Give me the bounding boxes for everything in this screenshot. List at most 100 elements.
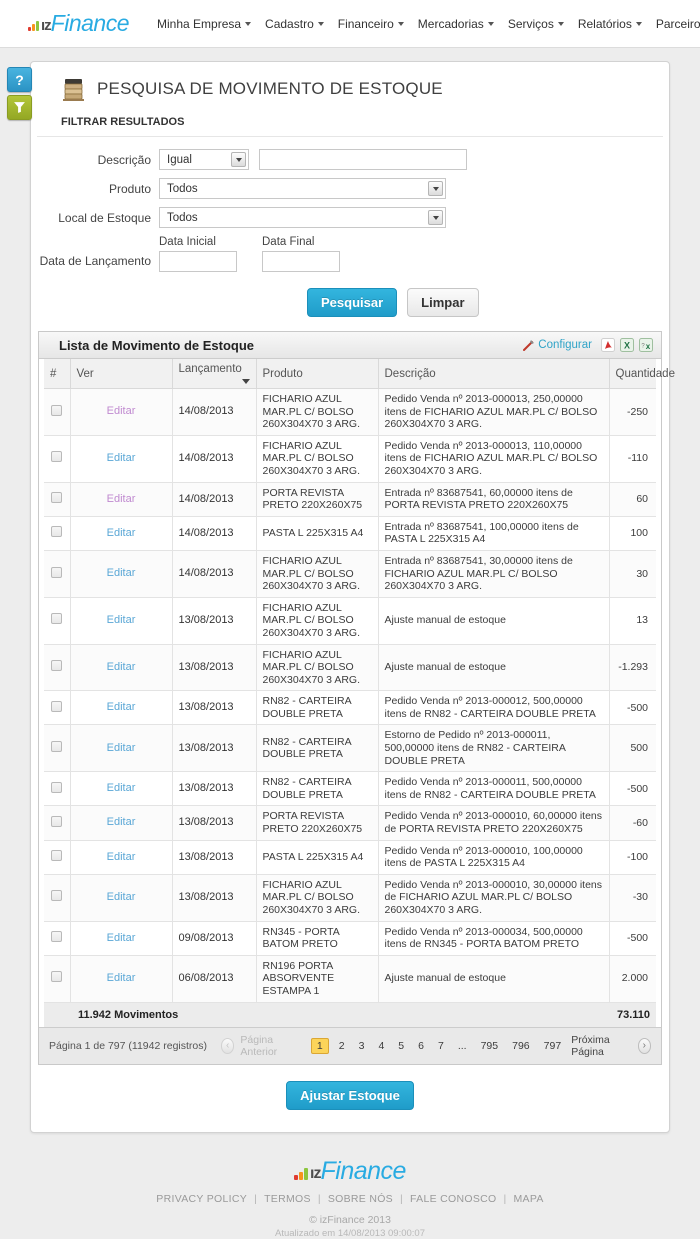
page-number[interactable]: 3 bbox=[355, 1038, 369, 1054]
row-checkbox[interactable] bbox=[51, 931, 62, 942]
app-logo[interactable]: ız Finance bbox=[28, 12, 129, 35]
row-checkbox[interactable] bbox=[51, 451, 62, 462]
row-date: 13/08/2013 bbox=[172, 840, 256, 874]
pesquisar-button[interactable]: Pesquisar bbox=[307, 288, 397, 317]
page-number-current: 1 bbox=[311, 1038, 329, 1054]
xlsx-export-icon[interactable]: ? x bbox=[639, 338, 653, 352]
page-number[interactable]: 7 bbox=[434, 1038, 448, 1054]
page-number[interactable]: 795 bbox=[477, 1038, 503, 1054]
col-header-produto[interactable]: Produto bbox=[256, 359, 378, 389]
row-checkbox[interactable] bbox=[51, 741, 62, 752]
edit-link[interactable]: Editar bbox=[107, 742, 136, 754]
help-button[interactable]: ? bbox=[7, 67, 32, 92]
row-checkbox[interactable] bbox=[51, 660, 62, 671]
edit-link[interactable]: Editar bbox=[107, 891, 136, 903]
footer-link-fale-conosco[interactable]: FALE CONOSCO bbox=[410, 1193, 496, 1205]
edit-link[interactable]: Editar bbox=[107, 567, 136, 579]
data-final-input[interactable] bbox=[262, 251, 340, 272]
menu-minha-empresa[interactable]: Minha Empresa bbox=[157, 17, 251, 31]
row-description: Estorno de Pedido nº 2013-000011, 500,00… bbox=[378, 725, 609, 772]
ajustar-estoque-button[interactable]: Ajustar Estoque bbox=[286, 1081, 414, 1110]
footer-logo[interactable]: ız Finance bbox=[294, 1159, 406, 1184]
page-number[interactable]: 797 bbox=[540, 1038, 566, 1054]
page-number[interactable]: 6 bbox=[414, 1038, 428, 1054]
edit-link[interactable]: Editar bbox=[107, 701, 136, 713]
total-quantity: 73.110 bbox=[609, 1002, 656, 1027]
row-checkbox[interactable] bbox=[51, 701, 62, 712]
pagination-bar: Página 1 de 797 (11942 registros) ‹ Pági… bbox=[39, 1027, 661, 1064]
footer-link-mapa[interactable]: MAPA bbox=[514, 1193, 544, 1205]
row-checkbox[interactable] bbox=[51, 850, 62, 861]
local-estoque-select[interactable]: Todos bbox=[159, 207, 446, 228]
produto-select[interactable]: Todos bbox=[159, 178, 446, 199]
row-checkbox[interactable] bbox=[51, 492, 62, 503]
next-page-icon[interactable]: › bbox=[638, 1038, 651, 1054]
row-product: FICHARIO AZUL MAR.PL C/ BOLSO 260X304X70… bbox=[256, 389, 378, 436]
pdf-export-icon[interactable] bbox=[601, 338, 615, 352]
descricao-input[interactable] bbox=[259, 149, 467, 170]
stock-boxes-icon bbox=[61, 76, 87, 102]
table-row: Editar 14/08/2013 FICHARIO AZUL MAR.PL C… bbox=[44, 550, 656, 597]
row-date: 14/08/2013 bbox=[172, 516, 256, 550]
table-title: Lista de Movimento de Estoque bbox=[59, 338, 254, 353]
edit-link[interactable]: Editar bbox=[107, 405, 136, 417]
footer-link-termos[interactable]: TERMOS bbox=[264, 1193, 311, 1205]
configurar-link[interactable]: Configurar bbox=[523, 339, 592, 351]
edit-link[interactable]: Editar bbox=[107, 851, 136, 863]
row-date: 09/08/2013 bbox=[172, 921, 256, 955]
page-footer: ız Finance PRIVACY POLICY|TERMOS|SOBRE N… bbox=[0, 1159, 700, 1239]
edit-link[interactable]: Editar bbox=[107, 932, 136, 944]
row-date: 14/08/2013 bbox=[172, 550, 256, 597]
row-checkbox[interactable] bbox=[51, 782, 62, 793]
row-description: Pedido Venda nº 2013-000034, 500,00000 i… bbox=[378, 921, 609, 955]
row-description: Pedido Venda nº 2013-000011, 500,00000 i… bbox=[378, 772, 609, 806]
page-number[interactable]: 796 bbox=[508, 1038, 534, 1054]
col-header-descricao[interactable]: Descrição bbox=[378, 359, 609, 389]
limpar-button[interactable]: Limpar bbox=[407, 288, 478, 317]
row-description: Pedido Venda nº 2013-000012, 500,00000 i… bbox=[378, 691, 609, 725]
chevron-down-icon bbox=[558, 22, 564, 26]
row-checkbox[interactable] bbox=[51, 567, 62, 578]
edit-link[interactable]: Editar bbox=[107, 614, 136, 626]
table-row: Editar 13/08/2013 FICHARIO AZUL MAR.PL C… bbox=[44, 874, 656, 921]
row-date: 13/08/2013 bbox=[172, 772, 256, 806]
col-header-ver[interactable]: Ver bbox=[70, 359, 172, 389]
data-inicial-input[interactable] bbox=[159, 251, 237, 272]
edit-link[interactable]: Editar bbox=[107, 452, 136, 464]
total-movements-label: 11.942 Movimentos bbox=[44, 1002, 609, 1027]
row-checkbox[interactable] bbox=[51, 890, 62, 901]
page-number[interactable]: 2 bbox=[335, 1038, 349, 1054]
page-number[interactable]: 5 bbox=[394, 1038, 408, 1054]
footer-link-privacy[interactable]: PRIVACY POLICY bbox=[156, 1193, 247, 1205]
sort-caret-icon[interactable] bbox=[242, 379, 250, 384]
page-number[interactable]: 4 bbox=[374, 1038, 388, 1054]
descricao-operator-select[interactable]: Igual bbox=[159, 149, 249, 170]
filter-section-title: FILTRAR RESULTADOS bbox=[37, 112, 663, 137]
row-date: 13/08/2013 bbox=[172, 806, 256, 840]
row-checkbox[interactable] bbox=[51, 971, 62, 982]
col-header-quantidade[interactable]: Quantidade bbox=[609, 359, 656, 389]
edit-link[interactable]: Editar bbox=[107, 972, 136, 984]
menu-relatorios[interactable]: Relatórios bbox=[578, 17, 642, 31]
menu-cadastro[interactable]: Cadastro bbox=[265, 17, 324, 31]
filter-form: Descrição Igual Produto Todos Local de E… bbox=[37, 137, 663, 317]
row-checkbox[interactable] bbox=[51, 526, 62, 537]
row-checkbox[interactable] bbox=[51, 816, 62, 827]
row-checkbox[interactable] bbox=[51, 613, 62, 624]
edit-link[interactable]: Editar bbox=[107, 527, 136, 539]
edit-link[interactable]: Editar bbox=[107, 782, 136, 794]
menu-mercadorias[interactable]: Mercadorias bbox=[418, 17, 494, 31]
col-header-lancamento[interactable]: Lançamento bbox=[172, 359, 256, 389]
edit-link[interactable]: Editar bbox=[107, 816, 136, 828]
filter-toggle-button[interactable] bbox=[7, 95, 32, 120]
table-header-band: Lista de Movimento de Estoque Configurar… bbox=[39, 332, 661, 359]
menu-servicos[interactable]: Serviços bbox=[508, 17, 564, 31]
edit-link[interactable]: Editar bbox=[107, 493, 136, 505]
next-page-label[interactable]: Próxima Página bbox=[571, 1034, 631, 1058]
xls-export-icon[interactable]: X bbox=[620, 338, 634, 352]
menu-parceiros[interactable]: Parceiros bbox=[656, 17, 700, 31]
menu-financeiro[interactable]: Financeiro bbox=[338, 17, 404, 31]
footer-link-sobre-nos[interactable]: SOBRE NÓS bbox=[328, 1193, 393, 1205]
row-checkbox[interactable] bbox=[51, 405, 62, 416]
edit-link[interactable]: Editar bbox=[107, 661, 136, 673]
